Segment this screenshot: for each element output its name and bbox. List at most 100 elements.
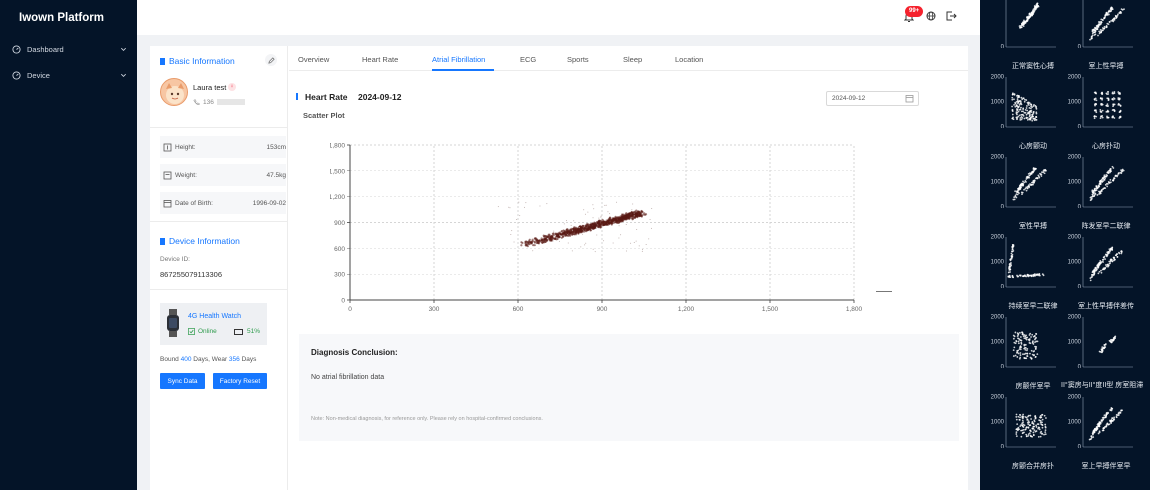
reference-point	[1102, 29, 1104, 32]
sync-data-button[interactable]: Sync Data	[160, 373, 205, 389]
reference-point	[1016, 356, 1019, 358]
sidebar-item-dashboard[interactable]: Dashboard	[0, 36, 137, 62]
reference-point	[1116, 256, 1119, 258]
scatter-point	[633, 241, 635, 243]
active-tab-indicator	[432, 69, 494, 71]
scatter-point	[520, 244, 523, 247]
reference-point	[1095, 102, 1097, 105]
scatter-point	[616, 219, 619, 222]
wear-days: 356	[228, 356, 240, 363]
reference-point	[1015, 416, 1018, 418]
globe-icon[interactable]	[926, 11, 938, 23]
reference-point	[1015, 413, 1018, 416]
reference-point	[1031, 333, 1034, 336]
scatter-point	[632, 203, 634, 205]
tab-atrial-fibrillation[interactable]: Atrial Fibrillation	[432, 55, 485, 64]
dob-label: Date of Birth:	[175, 199, 213, 207]
reference-point	[1094, 33, 1097, 36]
scatter-point	[585, 242, 587, 244]
scatter-point	[525, 243, 528, 246]
reference-point	[1016, 275, 1019, 278]
reference-point	[1031, 421, 1034, 423]
device-id: 867255079113306	[160, 270, 223, 279]
y-tick-label: 1000	[991, 340, 1005, 346]
reference-point	[1012, 337, 1015, 340]
y-tick-label: 1,500	[330, 168, 345, 175]
scatter-point	[552, 240, 554, 242]
y-tick-label: 0	[341, 298, 345, 305]
scatter-point	[605, 223, 609, 226]
factory-reset-button[interactable]: Factory Reset	[213, 373, 267, 389]
reference-point	[1099, 191, 1102, 194]
weight-row: Weight: 47.5kg	[160, 164, 286, 186]
reference-point	[1111, 407, 1113, 410]
reference-point	[1030, 183, 1033, 186]
reference-point	[1016, 193, 1019, 196]
chevron-down-icon	[120, 46, 127, 53]
scatter-point	[605, 204, 607, 206]
reference-point	[1021, 415, 1024, 418]
scatter-point	[532, 250, 534, 252]
calendar-icon[interactable]	[905, 94, 914, 103]
reference-point	[1011, 246, 1014, 248]
reference-point	[1104, 258, 1106, 260]
reference-point	[1025, 107, 1028, 109]
tab-ecg[interactable]: ECG	[520, 55, 536, 64]
reference-point	[1018, 96, 1021, 99]
reference-plot: 0 1000 2000	[1065, 128, 1145, 211]
scatter-point	[592, 204, 594, 206]
reference-point	[1013, 93, 1016, 96]
reference-point	[1092, 192, 1095, 195]
scatter-point	[583, 209, 585, 211]
reference-point	[1089, 38, 1091, 41]
scatter-point	[519, 215, 521, 217]
scatter-point	[620, 234, 622, 236]
reference-point	[1106, 110, 1109, 113]
tab-location[interactable]: Location	[675, 55, 703, 64]
reference-point	[1030, 358, 1033, 360]
reference-point	[1025, 338, 1028, 341]
reference-point	[1019, 108, 1022, 111]
reference-point	[1036, 353, 1039, 356]
reference-point	[1032, 168, 1035, 170]
reference-point	[1109, 169, 1112, 172]
reference-point	[1041, 421, 1043, 424]
scatter-point	[511, 230, 513, 232]
y-tick-label: 2000	[991, 395, 1005, 401]
edit-icon[interactable]	[265, 54, 277, 66]
reference-point	[1104, 253, 1107, 256]
reference-point	[1019, 336, 1022, 338]
reference-point	[1013, 335, 1016, 338]
reference-point	[1115, 174, 1117, 177]
tab-sports[interactable]: Sports	[567, 55, 589, 64]
reference-point	[1032, 117, 1035, 120]
device-model[interactable]: 4G Health Watch	[188, 313, 241, 320]
scatter-point	[618, 220, 622, 223]
reference-point	[1107, 116, 1110, 119]
scatter-point	[628, 216, 631, 219]
tab-overview[interactable]: Overview	[298, 55, 329, 64]
reference-point	[1017, 191, 1020, 194]
reference-point	[1024, 111, 1027, 114]
scatter-point	[510, 234, 512, 236]
tab-sleep[interactable]: Sleep	[623, 55, 642, 64]
scatter-point	[544, 238, 547, 241]
y-tick-label: 1000	[991, 180, 1005, 186]
reference-point	[1018, 418, 1021, 421]
reference-point	[1019, 331, 1021, 334]
sidebar-item-device[interactable]: Device	[0, 62, 137, 88]
reference-point	[1033, 335, 1036, 337]
reference-point	[1098, 193, 1100, 195]
reference-point	[1036, 5, 1039, 8]
tab-heart-rate[interactable]: Heart Rate	[362, 55, 398, 64]
reference-point	[1031, 341, 1034, 344]
reference-point	[1099, 179, 1102, 182]
device-card[interactable]: 4G Health Watch Online 51%	[160, 303, 267, 345]
reference-point	[1022, 335, 1025, 338]
scatter-point	[648, 238, 650, 240]
reference-point	[1099, 108, 1102, 111]
user-name: Laura test	[193, 83, 227, 92]
reference-point	[1014, 101, 1017, 104]
logout-icon[interactable]	[946, 11, 958, 23]
scatter-point	[527, 242, 530, 246]
